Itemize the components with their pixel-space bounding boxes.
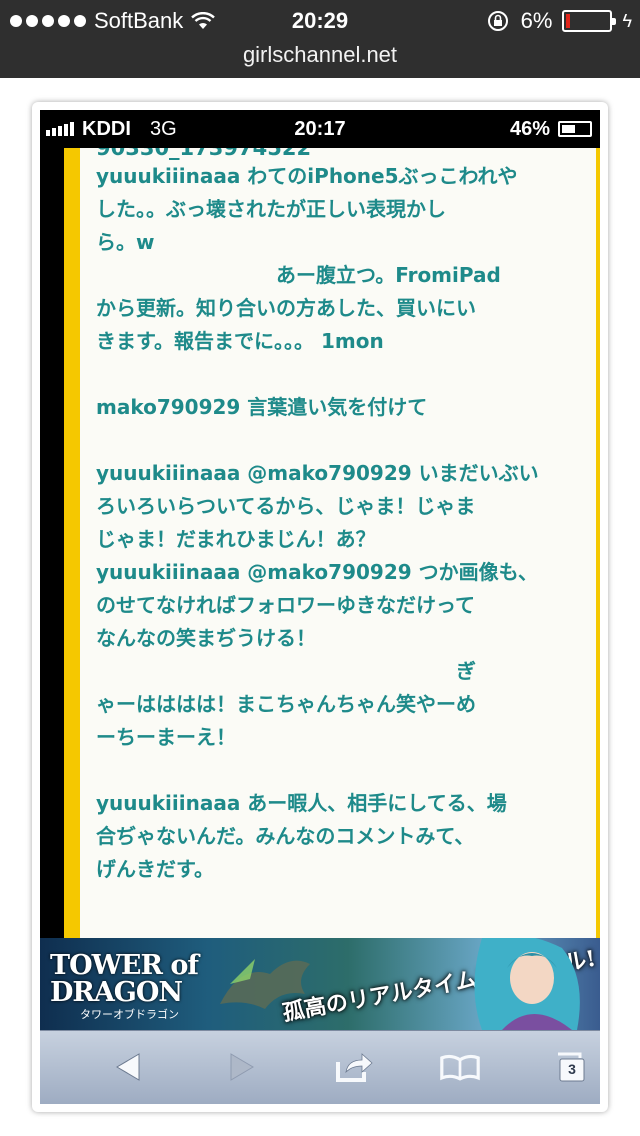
character-illustration [474,938,580,1030]
embedded-screenshot[interactable]: KDDI 3G 20:17 46% 90330_173974522 yuuuki… [40,110,600,1104]
comment-line: ーちーまーえ！ [96,725,236,749]
comment-thread: yuuukiiinaaa わてのiPhone5ぶっこわれや した。。ぶっ壊された… [96,160,592,886]
status-bar: SoftBank 20:29 6% ϟ [0,0,640,40]
bookmarks-button[interactable] [440,1049,480,1085]
inner-battery-percent: 46% [509,118,550,140]
charging-icon: ϟ [622,10,632,31]
comment-line: ら。w [96,230,155,254]
tabs-button[interactable]: 3 [550,1049,590,1085]
comment-line: yuuukiiinaaa わてのiPhone5ぶっこわれや [96,164,518,188]
tab-count: 3 [568,1061,576,1077]
comment-line: yuuukiiinaaa @mako790929 つか画像も、 [96,560,539,584]
comment-paper: 90330_173974522 yuuukiiinaaa わてのiPhone5ぶ… [80,148,596,938]
comment-line [96,358,592,391]
comment-line: げんきだす。 [96,857,214,881]
game-ad-banner[interactable]: TOWER of DRAGON タワーオブドラゴン 孤高のリアルタイムソロバトル… [40,938,600,1030]
battery-percent: 6% [520,8,553,33]
comment-line: 合ぢゃないんだ。みんなのコメントみて、 [96,824,475,848]
comment-line: じゃま！だまれひまじん！あ？ [96,527,376,551]
ad-logo-line2: DRAGON [50,977,183,1008]
ad-logo: TOWER of DRAGON [50,950,199,1008]
inner-status-bar: KDDI 3G 20:17 46% [40,110,600,148]
url-bar[interactable]: girlschannel.net [0,40,640,78]
comment-line: した。。ぶっ壊されたが正しい表現かし [96,197,446,221]
bookmarks-icon [440,1054,480,1081]
comment-line: ゃーはははは！まこちゃんちゃん笑やーめ [96,692,476,716]
comment-line: なんなの笑まぢうける！ [96,626,316,650]
comment-line: mako790929 言葉遣い気を付けて [96,395,428,419]
safari-toolbar: 3 [40,1030,600,1104]
comment-line: あー腹立つ。FromiPad [96,263,501,287]
ad-logo-sub: タワーオブドラゴン [80,1008,179,1021]
forward-icon [230,1053,254,1081]
comment-line [96,754,592,787]
comment-line [96,424,592,457]
comment-line: のせてなければフォロワーゆきなだけって [96,593,475,617]
comment-line: ぎ [96,659,476,683]
back-icon [116,1053,140,1081]
share-button[interactable] [334,1049,374,1085]
cutoff-line: 90330_173974522 [96,148,312,160]
rotation-lock-icon [487,11,508,31]
comment-line: yuuukiiinaaa @mako790929 いまだいぶい [96,461,539,485]
comment-line: ろいろいらついてるから、じゃま！じゃま [96,494,476,518]
share-icon [336,1053,373,1082]
battery-icon [562,10,617,32]
inner-battery-icon [558,121,592,137]
comment-line: から更新。知り合いの方あした、買いにい [96,296,476,320]
status-right: 6% ϟ [487,8,632,34]
comment-line: yuuukiiinaaa あー暇人、相手にしてる、場 [96,791,507,815]
comment-frame: 90330_173974522 yuuukiiinaaa わてのiPhone5ぶ… [64,148,600,938]
ad-logo-line1: TOWER of [50,950,199,981]
image-card: KDDI 3G 20:17 46% 90330_173974522 yuuuki… [32,102,608,1112]
forward-button[interactable] [222,1049,262,1085]
back-button[interactable] [108,1049,148,1085]
web-page: KDDI 3G 20:17 46% 90330_173974522 yuuuki… [0,78,640,1136]
comment-line: きます。報告までに。。。 1mon [96,329,384,353]
